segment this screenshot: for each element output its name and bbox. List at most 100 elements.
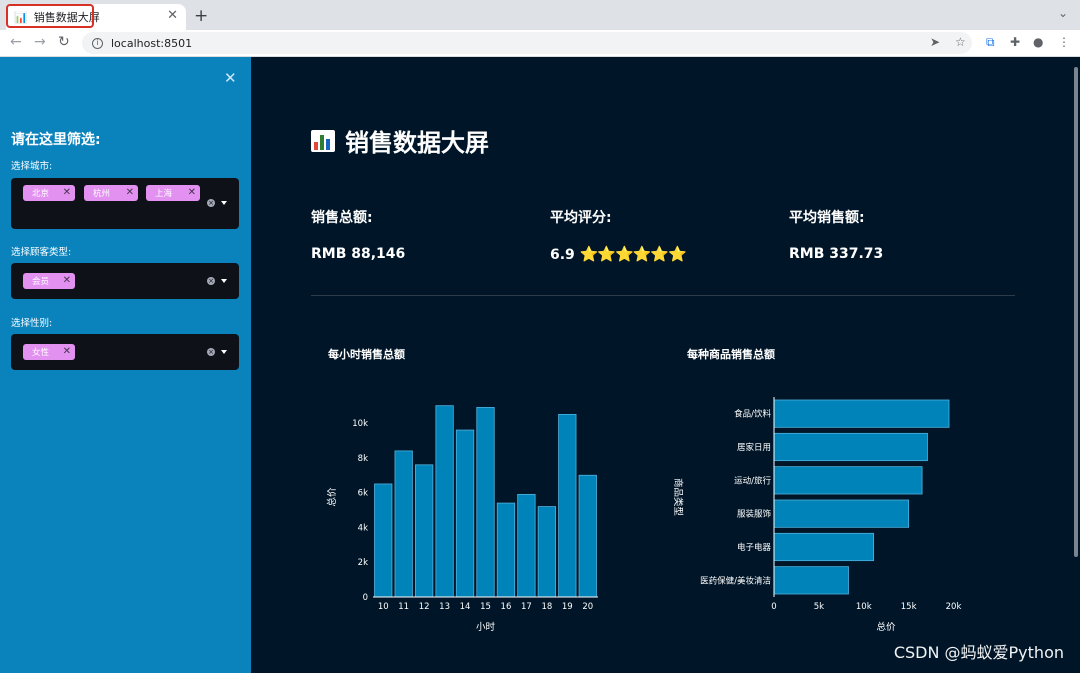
browser-toolbar: ← → ↻ i localhost:8501 ➤ ☆ ⧉ ✚ ● ⋮: [0, 30, 1080, 57]
x-tick-label: 13: [439, 602, 450, 612]
site-info-icon[interactable]: i: [92, 37, 103, 49]
divider: [311, 295, 1015, 296]
clear-icon[interactable]: ×: [207, 199, 215, 207]
bar: [476, 407, 495, 598]
x-tick-label: 18: [541, 602, 552, 612]
y-tick-label: 4k: [358, 523, 368, 533]
watermark: CSDN @蚂蚁爱Python: [893, 643, 1064, 662]
send-icon[interactable]: ➤: [930, 35, 940, 49]
chevron-down-icon[interactable]: [221, 350, 227, 354]
bar: [496, 502, 516, 598]
tab-title: 销售数据大屏: [33, 11, 100, 24]
menu-icon[interactable]: ⋮: [1058, 35, 1070, 49]
x-tick-label: 12: [419, 602, 430, 612]
page-title-text: 销售数据大屏: [345, 129, 489, 157]
bar-chart-icon: [311, 129, 335, 152]
chip-label: 杭州: [93, 189, 111, 199]
chart-title-hourly: 每小时销售总额: [328, 348, 405, 361]
y-tick-label: 10k: [352, 419, 368, 429]
browser-tab[interactable]: 📊 销售数据大屏 ✕: [6, 4, 186, 30]
bar: [773, 566, 849, 595]
x-axis-label: 总价: [876, 621, 896, 633]
bar: [537, 506, 556, 598]
x-tick-label: 17: [521, 602, 532, 612]
browser-tab-bar: 📊 销售数据大屏 ✕ + ⌄: [0, 0, 1080, 30]
bar: [394, 450, 413, 598]
bar: [773, 466, 923, 495]
filter-label-customer-type: 选择顾客类型:: [11, 247, 72, 258]
bar: [773, 499, 910, 528]
sidebar-title: 请在这里筛选:: [11, 132, 101, 148]
gender-multiselect[interactable]: 女性 ✕ ×: [11, 334, 239, 370]
remove-icon[interactable]: ✕: [126, 187, 134, 198]
kpi-avg-rating-value: 6.9 ⭐⭐⭐⭐⭐⭐: [550, 245, 687, 263]
city-multiselect[interactable]: 北京 ✕ 杭州 ✕ 上海 ✕ ×: [11, 178, 239, 229]
x-tick-label: 10k: [856, 602, 872, 612]
bar: [435, 405, 454, 598]
bar: [773, 532, 875, 562]
x-tick-label: 20k: [946, 602, 962, 612]
x-tick-label: 20: [582, 602, 593, 612]
star-rating-icon: ⭐⭐⭐⭐⭐⭐: [579, 245, 687, 263]
profile-icon[interactable]: ●: [1033, 35, 1043, 49]
x-axis-label: 小时: [476, 621, 496, 633]
tab-close-icon[interactable]: ✕: [167, 8, 178, 23]
y-tick-label: 居家日用: [737, 442, 771, 453]
bar: [558, 413, 577, 598]
kpi-total-sales-value: RMB 88,146: [311, 246, 406, 262]
address-bar[interactable]: i localhost:8501: [82, 32, 972, 54]
kpi-avg-sales-value: RMB 337.73: [789, 246, 884, 262]
remove-icon[interactable]: ✕: [63, 275, 71, 286]
chip-city-beijing: 北京 ✕: [23, 185, 75, 201]
y-tick-label: 服装服饰: [737, 509, 772, 520]
y-tick-label: 2k: [358, 558, 368, 568]
x-tick-label: 15: [480, 602, 491, 612]
url-text: localhost:8501: [111, 36, 193, 50]
y-tick-label: 食品/饮料: [734, 409, 771, 420]
sidebar: ✕ 请在这里筛选: 选择城市: 北京 ✕ 杭州 ✕ 上海 ✕ × 选择顾客类型:…: [0, 57, 251, 673]
clear-icon[interactable]: ×: [207, 348, 215, 356]
back-icon[interactable]: ←: [10, 34, 22, 50]
x-tick-label: 16: [501, 602, 512, 612]
customer-type-multiselect[interactable]: 会员 ✕ ×: [11, 263, 239, 299]
filter-label-gender: 选择性别:: [11, 318, 53, 329]
x-tick-label: 19: [562, 602, 573, 612]
x-tick-label: 5k: [814, 602, 824, 612]
chip-label: 女性: [32, 348, 50, 358]
chevron-down-icon[interactable]: ⌄: [1058, 6, 1068, 20]
x-tick-label: 0: [771, 602, 776, 612]
new-tab-icon[interactable]: +: [194, 6, 208, 26]
star-icon[interactable]: ☆: [955, 35, 966, 49]
bar-chart-icon: 📊: [14, 10, 28, 24]
product-sales-chart: 食品/饮料居家日用运动/旅行服装服饰电子电器医药保健/美妆清洁 0 5k 10k 15k…: [672, 397, 962, 633]
chip-city-shanghai: 上海 ✕: [146, 185, 200, 201]
chart-title-product: 每种商品销售总额: [687, 348, 775, 361]
translate-icon[interactable]: ⧉: [986, 35, 995, 50]
bar: [455, 429, 475, 598]
chevron-down-icon[interactable]: [221, 201, 227, 205]
remove-icon[interactable]: ✕: [63, 346, 71, 357]
forward-icon[interactable]: →: [34, 34, 46, 50]
extensions-icon[interactable]: ✚: [1010, 35, 1020, 49]
main-content: 销售数据大屏 销售总额: RMB 88,146 平均评分: 6.9 ⭐⭐⭐⭐⭐⭐…: [251, 57, 1080, 673]
kpi-total-sales-label: 销售总额:: [311, 210, 373, 226]
y-axis-label: 总价: [326, 487, 338, 507]
chip-customer-member: 会员 ✕: [23, 273, 75, 289]
remove-icon[interactable]: ✕: [188, 187, 196, 198]
close-icon[interactable]: ✕: [224, 69, 237, 87]
bar: [517, 493, 536, 598]
remove-icon[interactable]: ✕: [63, 187, 71, 198]
chip-city-hangzhou: 杭州 ✕: [84, 185, 138, 201]
bar: [773, 399, 950, 428]
chevron-down-icon[interactable]: [221, 279, 227, 283]
y-axis-label: 商品类型: [672, 478, 684, 517]
y-tick-label: 医药保健/美妆清洁: [700, 575, 771, 586]
clear-icon[interactable]: ×: [207, 277, 215, 285]
reload-icon[interactable]: ↻: [58, 34, 70, 50]
scrollbar[interactable]: [1074, 67, 1078, 557]
kpi-avg-sales-label: 平均销售额:: [789, 210, 865, 226]
y-tick-label: 运动/旅行: [734, 475, 771, 486]
chip-label: 会员: [32, 277, 50, 287]
filter-label-city: 选择城市:: [11, 161, 53, 172]
hourly-sales-chart: 10 11 12 13 14 15 16 17 18 19 20 0 2k 4k 6k 8k 10k 小时 总价: [326, 405, 598, 633]
